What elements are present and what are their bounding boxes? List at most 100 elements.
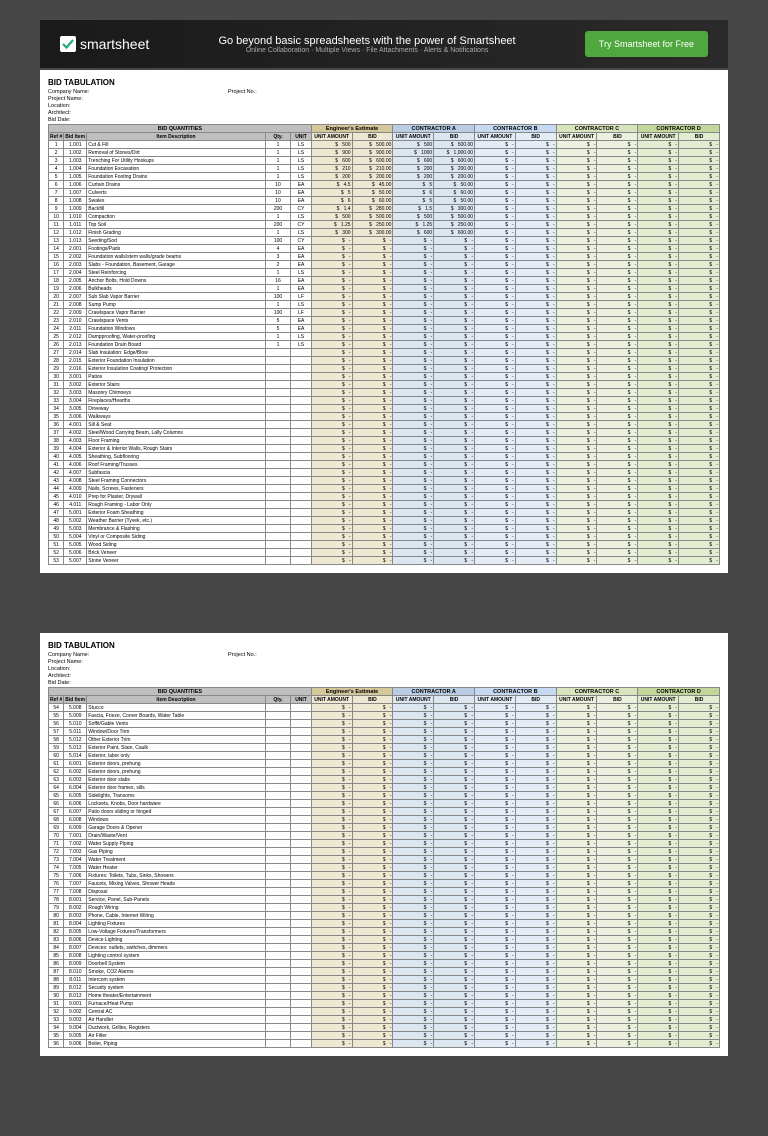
bid-cell: $ 210.00 xyxy=(352,165,393,173)
unit-amount-cell: $ - xyxy=(393,864,434,872)
unit-amount-cell: $ - xyxy=(556,928,597,936)
unit-amount-cell: $ - xyxy=(556,1016,597,1024)
unit-amount-cell: $ - xyxy=(393,744,434,752)
unit-amount-cell: $ - xyxy=(475,333,516,341)
qty-cell: 1 xyxy=(265,141,291,149)
unit-cell xyxy=(291,357,311,365)
unit-amount-cell: $ - xyxy=(638,317,679,325)
table-row: 595.013Exterior Paint, Stain, Caulk$ -$ … xyxy=(49,744,720,752)
desc-cell: Other Exterior Trim xyxy=(87,736,266,744)
ref-cell: 80 xyxy=(49,912,64,920)
bid-cell: $ - xyxy=(515,880,556,888)
unit-amount-cell: $ - xyxy=(556,253,597,261)
table-row: 152.002Foundation walls/stem walls/grade… xyxy=(49,253,720,261)
unit-amount-cell: $ - xyxy=(638,549,679,557)
ref-cell: 66 xyxy=(49,800,64,808)
bid-cell: $ - xyxy=(679,960,720,968)
item-cell: 2.009 xyxy=(64,309,87,317)
unit-amount-cell: $ - xyxy=(475,776,516,784)
bid-cell: $ - xyxy=(597,768,638,776)
bid-cell: $ - xyxy=(515,760,556,768)
unit-amount-cell: $ - xyxy=(638,800,679,808)
unit-amount-cell: $ - xyxy=(393,872,434,880)
unit-amount-cell: $ - xyxy=(556,413,597,421)
unit-amount-cell: $ - xyxy=(638,429,679,437)
table-row: 605.014Exterior, labor only$ -$ -$ -$ -$… xyxy=(49,752,720,760)
unit-amount-cell: $ - xyxy=(475,896,516,904)
bid-cell: $ - xyxy=(434,413,475,421)
unit-amount-cell: $ - xyxy=(311,992,352,1000)
ref-cell: 34 xyxy=(49,405,64,413)
unit-cell xyxy=(291,728,311,736)
bid-cell: $ - xyxy=(679,445,720,453)
table-row: 646.004Exterior door frames, sills$ -$ -… xyxy=(49,784,720,792)
item-cell: 1.013 xyxy=(64,237,87,245)
item-cell: 4.001 xyxy=(64,421,87,429)
unit-amount-cell: $ - xyxy=(556,509,597,517)
bid-cell: $ - xyxy=(352,285,393,293)
bid-cell: $ - xyxy=(434,704,475,712)
bid-cell: $ - xyxy=(679,824,720,832)
unit-amount-cell: $ - xyxy=(638,720,679,728)
desc-cell: Bulkheads xyxy=(87,285,266,293)
bid-cell: $ - xyxy=(434,912,475,920)
bid-cell: $ - xyxy=(597,992,638,1000)
ref-cell: 58 xyxy=(49,736,64,744)
bid-cell: $ - xyxy=(434,768,475,776)
table-row: 323.003Masonry Chimneys$ -$ -$ -$ -$ -$ … xyxy=(49,389,720,397)
unit-amount-cell: $ - xyxy=(311,904,352,912)
unit-amount-cell: $ - xyxy=(638,1008,679,1016)
unit-amount-cell: $ - xyxy=(393,928,434,936)
unit-amount-cell: $ - xyxy=(475,453,516,461)
qty-cell xyxy=(265,824,291,832)
bid-cell: $ - xyxy=(597,309,638,317)
desc-cell: Faucets, Mixing Valves, Shower Heads xyxy=(87,880,266,888)
table-row: 485.002Weather Barrier (Tyvek, etc.)$ -$… xyxy=(49,517,720,525)
ref-cell: 50 xyxy=(49,533,64,541)
desc-cell: Exterior, labor only xyxy=(87,752,266,760)
bid-cell: $ - xyxy=(352,744,393,752)
desc-cell: Exterior Paint, Stain, Caulk xyxy=(87,744,266,752)
qty-cell xyxy=(265,525,291,533)
try-free-button[interactable]: Try Smartsheet for Free xyxy=(585,31,708,57)
item-cell: 5.005 xyxy=(64,541,87,549)
bid-cell: $ - xyxy=(515,1000,556,1008)
qty-cell xyxy=(265,968,291,976)
unit-amount-cell: $ - xyxy=(638,309,679,317)
item-cell: 7.006 xyxy=(64,872,87,880)
desc-cell: Trenching For Utility Hookups xyxy=(87,157,266,165)
bid-cell: $ - xyxy=(434,1016,475,1024)
unit-amount-cell: $ - xyxy=(393,349,434,357)
unit-cell xyxy=(291,397,311,405)
unit-amount-cell: $ - xyxy=(393,824,434,832)
unit-amount-cell: $ - xyxy=(638,792,679,800)
bid-cell: $ - xyxy=(679,173,720,181)
bid-cell: $ - xyxy=(434,1000,475,1008)
unit-amount-cell: $ - xyxy=(638,928,679,936)
bid-cell: $ - xyxy=(352,1032,393,1040)
bid-cell: $ - xyxy=(597,704,638,712)
bid-cell: $ - xyxy=(679,728,720,736)
unit-amount-cell: $ - xyxy=(393,976,434,984)
unit-amount-cell: $ - xyxy=(475,872,516,880)
item-cell: 3.004 xyxy=(64,397,87,405)
item-cell: 6.009 xyxy=(64,824,87,832)
ref-cell: 12 xyxy=(49,229,64,237)
item-cell: 5.002 xyxy=(64,517,87,525)
item-cell: 2.006 xyxy=(64,285,87,293)
unit-amount-cell: $ - xyxy=(393,485,434,493)
table-row: 626.002Exterior doors, prehung$ -$ -$ -$… xyxy=(49,768,720,776)
unit-amount-cell: $ - xyxy=(311,968,352,976)
unit-cell xyxy=(291,824,311,832)
bid-cell: $ - xyxy=(515,333,556,341)
item-cell: 9.002 xyxy=(64,1008,87,1016)
desc-cell: Sump Pump xyxy=(87,301,266,309)
unit-amount-cell: $ - xyxy=(393,760,434,768)
bid-cell: $ - xyxy=(597,533,638,541)
desc-cell: Intercom system xyxy=(87,976,266,984)
item-cell: 6.004 xyxy=(64,784,87,792)
qty-cell: 1 xyxy=(265,285,291,293)
unit-amount-cell: $ - xyxy=(638,872,679,880)
unit-amount-cell: $ - xyxy=(393,277,434,285)
unit-cell xyxy=(291,880,311,888)
